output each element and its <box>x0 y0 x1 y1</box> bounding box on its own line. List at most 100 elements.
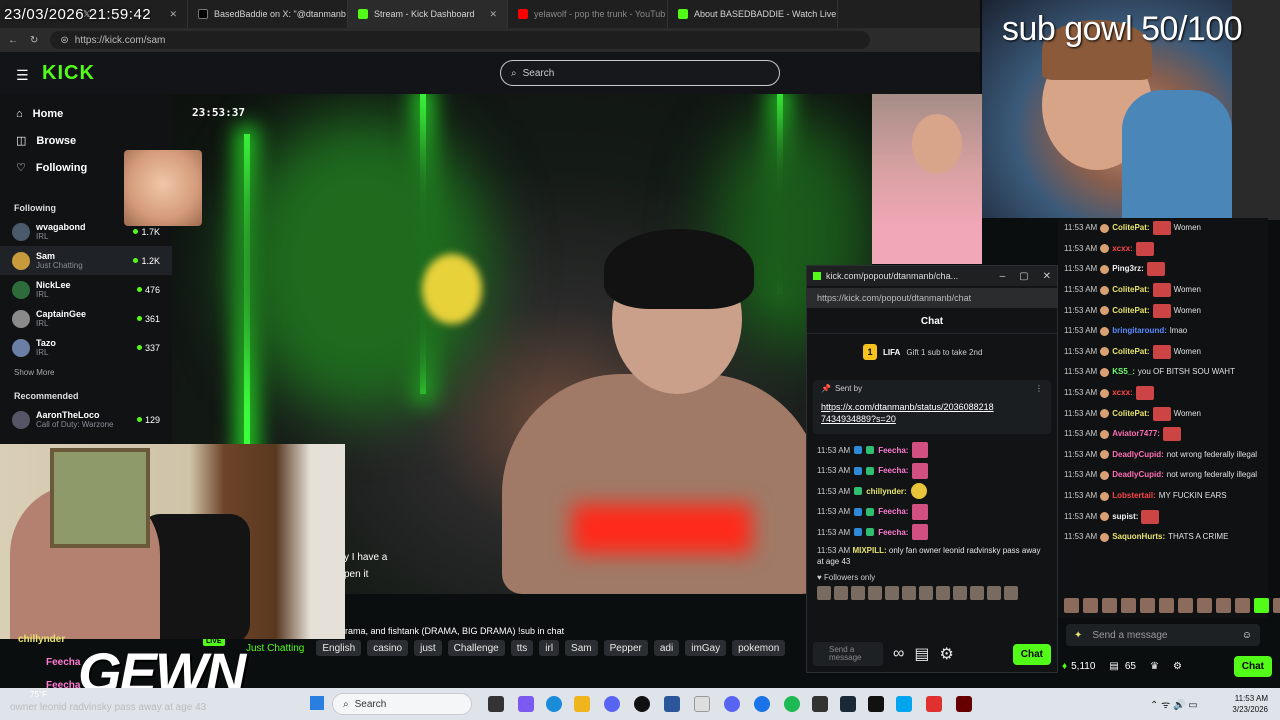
message-user[interactable]: chillynder: <box>866 487 906 496</box>
crown-icon[interactable]: ♛ <box>1150 661 1159 672</box>
emote-icon[interactable] <box>817 585 831 600</box>
message-user[interactable]: KS5_: <box>1112 365 1135 379</box>
url-field[interactable]: ⊜ https://kick.com/sam <box>50 31 871 49</box>
tag[interactable]: irl <box>539 640 560 656</box>
obs-icon[interactable] <box>634 696 650 712</box>
gift-icon[interactable]: ▤ <box>914 644 929 664</box>
message-user[interactable]: ColitePat: <box>1112 283 1149 297</box>
settings-icon[interactable]: ⚙ <box>940 644 954 664</box>
message-user[interactable]: Ping3rz: <box>1112 262 1144 276</box>
task-view-icon[interactable] <box>488 696 504 712</box>
tag[interactable]: Pepper <box>603 640 648 656</box>
tag[interactable]: Challenge <box>447 640 505 656</box>
message-user[interactable]: xcxx: <box>1112 242 1132 256</box>
back-arrow-icon[interactable]: ← <box>8 35 18 46</box>
discord-icon[interactable] <box>724 696 740 712</box>
taskbar-search[interactable]: ⌕ Search <box>332 693 472 715</box>
following-channel[interactable]: Tazo IRL 337 <box>0 333 172 362</box>
browser-tab[interactable]: yelawolf - pop the trunk - YouTub ✕ <box>508 0 668 28</box>
minimize-icon[interactable]: – <box>1000 271 1006 282</box>
emote-icon[interactable] <box>1254 598 1269 613</box>
emote-icon[interactable] <box>970 585 984 600</box>
message-user[interactable]: ColitePat: <box>1112 221 1149 235</box>
message-user[interactable]: Feecha: <box>878 466 908 475</box>
steam-icon[interactable] <box>840 696 856 712</box>
app-icon[interactable] <box>896 696 912 712</box>
app-icon[interactable] <box>956 696 972 712</box>
popout-url-bar[interactable]: https://kick.com/popout/dtanmanb/chat <box>807 288 1057 308</box>
message-user[interactable]: xcxx: <box>1112 386 1132 400</box>
message-user[interactable]: DeadlyCupid: <box>1112 448 1164 462</box>
category-tag[interactable]: Just Chatting <box>240 640 310 656</box>
emote-icon[interactable] <box>1235 598 1250 613</box>
tag[interactable]: English <box>316 640 362 656</box>
more-icon[interactable]: ⋮ <box>1035 384 1043 393</box>
gift-icon[interactable]: ▤ <box>1109 661 1118 672</box>
app-icon[interactable] <box>664 696 680 712</box>
message-user[interactable]: MIXPILL: <box>852 546 886 555</box>
settings-icon[interactable]: ⚙ <box>1173 661 1182 672</box>
browser-tab[interactable]: About BASEDBADDIE - Watch Live ✕ <box>668 0 838 28</box>
search-input[interactable]: ⌕ Search <box>500 60 780 86</box>
emote-icon[interactable] <box>1216 598 1231 613</box>
app-icon[interactable] <box>926 696 942 712</box>
nav-home[interactable]: ⌂ Home <box>0 100 172 127</box>
emote-icon[interactable] <box>902 585 916 600</box>
show-more-link[interactable]: Show More <box>0 362 172 383</box>
app-icon[interactable] <box>694 696 710 712</box>
maximize-icon[interactable]: ▢ <box>1019 271 1028 282</box>
message-user[interactable]: Feecha: <box>878 446 908 455</box>
emote-icon[interactable] <box>868 585 882 600</box>
menu-icon[interactable]: ☰ <box>16 67 29 84</box>
emote-icon[interactable] <box>936 585 950 600</box>
send-message-input[interactable]: Send a message <box>813 642 883 666</box>
emote-icon[interactable] <box>1159 598 1174 613</box>
following-channel[interactable]: NickLee IRL 476 <box>0 275 172 304</box>
recommended-channel[interactable]: AaronTheLoco Call of Duty: Warzone 129 <box>0 405 172 434</box>
app-icon[interactable] <box>518 696 534 712</box>
emote-icon[interactable] <box>1102 598 1117 613</box>
edge-icon[interactable] <box>546 696 562 712</box>
following-channel[interactable]: CaptainGee IRL 361 <box>0 304 172 333</box>
tag[interactable]: pokemon <box>732 640 786 656</box>
message-user[interactable]: ColitePat: <box>1112 407 1149 421</box>
message-user[interactable]: Feecha: <box>878 507 908 516</box>
tag[interactable]: casino <box>367 640 409 656</box>
emote-icon[interactable] <box>851 585 865 600</box>
message-user[interactable]: Aviator7477: <box>1112 427 1160 441</box>
app-icon[interactable] <box>604 696 620 712</box>
emote-icon[interactable] <box>834 585 848 600</box>
emote-icon[interactable] <box>885 585 899 600</box>
chat-button[interactable]: Chat <box>1012 643 1051 665</box>
tag[interactable]: imGay <box>685 640 727 656</box>
close-icon[interactable]: ✕ <box>1043 271 1051 282</box>
emote-icon[interactable] <box>987 585 1001 600</box>
following-channel[interactable]: Sam Just Chatting 1.2K <box>0 246 172 275</box>
emote-icon[interactable] <box>1197 598 1212 613</box>
emote-icon[interactable] <box>1064 598 1079 613</box>
app-icon[interactable] <box>868 696 884 712</box>
weather-widget[interactable]: 75°F <box>30 690 47 699</box>
emote-icon[interactable] <box>1083 598 1098 613</box>
tray-icons[interactable]: ⌃ ᯤ 🔊 ▭ <box>1150 697 1198 711</box>
taskbar-clock[interactable]: 11:53 AM 3/23/2026 <box>1232 693 1268 715</box>
browser-tab[interactable]: BasedBaddie on X: "@dtanmanb ✕ <box>188 0 348 28</box>
browser-tab[interactable]: Stream - Kick Dashboard ✕ <box>348 0 508 28</box>
emote-icon[interactable] <box>1004 585 1018 600</box>
emote-icon[interactable] <box>1140 598 1155 613</box>
emote-icon[interactable] <box>919 585 933 600</box>
folder-icon[interactable] <box>574 696 590 712</box>
message-user[interactable]: bringitaround: <box>1112 324 1167 338</box>
close-tab-icon[interactable]: ✕ <box>489 9 497 20</box>
message-user[interactable]: Lobstertail: <box>1112 489 1156 503</box>
send-message-input[interactable]: ✦ Send a message ☺ <box>1066 624 1260 646</box>
message-user[interactable]: DeadlyCupid: <box>1112 468 1164 482</box>
infinity-icon[interactable]: ∞ <box>893 645 904 663</box>
emote-icon[interactable] <box>1121 598 1136 613</box>
chrome-icon[interactable] <box>754 696 770 712</box>
message-user[interactable]: SaquonHurts: <box>1112 530 1165 544</box>
chat-button[interactable]: Chat <box>1233 655 1272 677</box>
spotify-icon[interactable] <box>784 696 800 712</box>
message-user[interactable]: Feecha: <box>878 528 908 537</box>
tag[interactable]: adi <box>653 640 680 656</box>
